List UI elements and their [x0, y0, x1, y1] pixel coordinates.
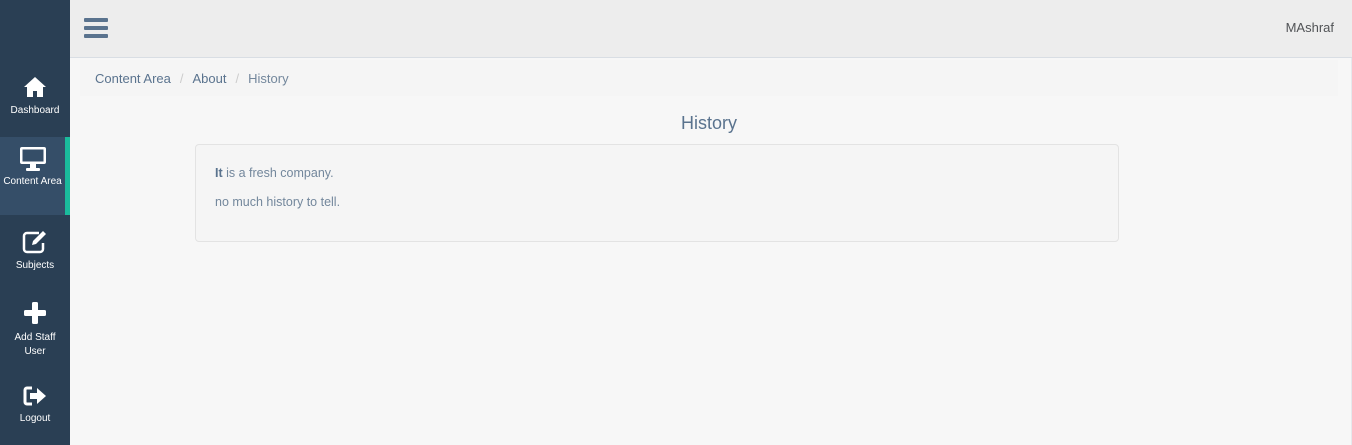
breadcrumb-about[interactable]: About [193, 71, 227, 86]
hamburger-icon[interactable] [84, 17, 108, 39]
breadcrumb-content-area[interactable]: Content Area [95, 71, 171, 86]
content-text: is a fresh company. [222, 166, 334, 180]
sidebar-item-subjects[interactable]: Subjects [0, 230, 70, 290]
plus-icon [24, 302, 46, 324]
sidebar-item-label: Dashboard [10, 105, 60, 116]
content-paragraph: no much history to tell. [215, 195, 341, 209]
user-menu[interactable]: MAshraf [1286, 20, 1334, 35]
breadcrumb-separator: / [179, 70, 184, 86]
sidebar-item-label: Add Staff User [14, 332, 56, 357]
main-content: Content Area / About / History History I… [70, 58, 1352, 445]
sidebar-item-label: Subjects [15, 260, 55, 271]
breadcrumb-separator: / [235, 70, 240, 86]
sidebar-item-content-area[interactable]: Content Area [0, 137, 70, 215]
breadcrumb: Content Area / About / History [80, 60, 1338, 96]
sidebar-item-dashboard[interactable]: Dashboard [0, 76, 70, 136]
home-icon [24, 77, 46, 97]
top-navbar: MAshraf [70, 0, 1352, 58]
content-panel: It is a fresh company. no much history t… [195, 144, 1119, 242]
sign-out-icon [23, 386, 46, 406]
sidebar: Dashboard Content Area Subjects Add Staf… [0, 0, 70, 445]
sidebar-item-label: Content Area [3, 176, 62, 187]
desktop-icon [19, 147, 46, 171]
sidebar-item-label: Logout [19, 413, 51, 424]
content-paragraph: It is a fresh company. [215, 165, 1099, 181]
sidebar-item-logout[interactable]: Logout [0, 386, 70, 436]
page-title: History [680, 113, 737, 133]
edit-icon [22, 231, 46, 254]
breadcrumb-current: History [248, 70, 289, 86]
content-bold-text: It [215, 166, 223, 180]
sidebar-item-add-staff-user[interactable]: Add Staff User [0, 302, 70, 364]
